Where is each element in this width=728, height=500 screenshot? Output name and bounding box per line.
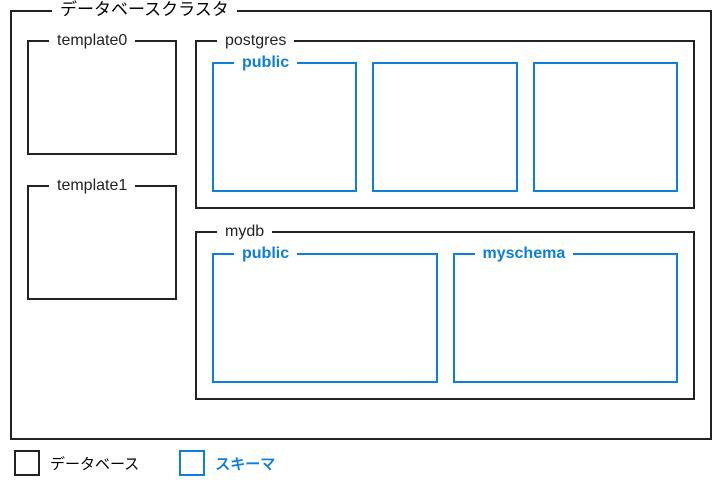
legend-database-label: データベース (50, 453, 139, 474)
schema-unnamed (533, 62, 678, 192)
schema-public: public (212, 253, 438, 383)
schema-swatch-icon (179, 450, 205, 476)
database-label: template0 (49, 31, 135, 50)
database-postgres: postgres public (195, 40, 695, 209)
database-label: mydb (217, 222, 272, 241)
legend-key: データベース スキーマ (10, 450, 718, 476)
schema-unnamed (372, 62, 517, 192)
database-label: template1 (49, 176, 135, 195)
legend-schema-label: スキーマ (215, 453, 275, 474)
schema-row: public (212, 62, 678, 192)
schema-public: public (212, 62, 357, 192)
schema-row: public myschema (212, 253, 678, 383)
database-swatch-icon (14, 450, 40, 476)
schema-label: public (234, 244, 297, 263)
schema-myschema: myschema (453, 253, 679, 383)
database-mydb: mydb public myschema (195, 231, 695, 400)
database-label: postgres (217, 31, 294, 50)
schema-label: public (234, 53, 297, 72)
user-databases-column: postgres public mydb public myschema (195, 32, 695, 423)
cluster-title: データベースクラスタ (52, 0, 237, 20)
schema-label: myschema (475, 244, 574, 263)
cluster-body: template0 template1 postgres public mydb (27, 32, 695, 423)
database-template1: template1 (27, 185, 177, 300)
database-template0: template0 (27, 40, 177, 155)
database-cluster-frame: データベースクラスタ template0 template1 postgres … (10, 10, 712, 440)
template-databases-column: template0 template1 (27, 32, 177, 423)
